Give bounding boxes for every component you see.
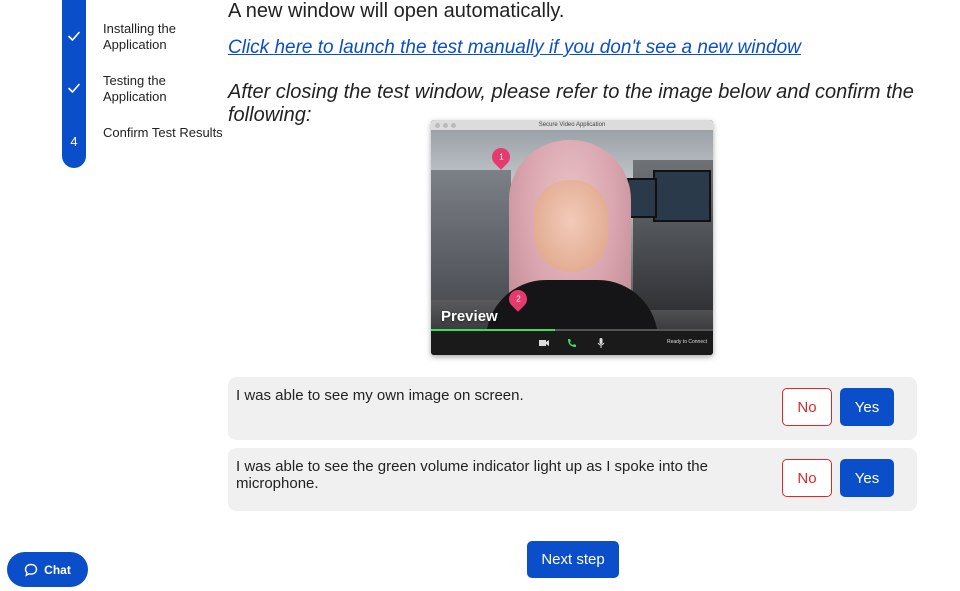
microphone-icon bbox=[597, 338, 605, 348]
chat-button[interactable]: Chat bbox=[7, 552, 88, 587]
check-icon bbox=[62, 76, 86, 100]
video-controls: Ready to Connect bbox=[431, 331, 713, 355]
step-label-testing: Testing the Application bbox=[103, 73, 167, 104]
video-titlebar: Secure Video Application bbox=[431, 120, 713, 130]
background-monitor bbox=[653, 170, 711, 222]
launch-test-link[interactable]: Click here to launch the test manually i… bbox=[228, 37, 801, 59]
next-step-button[interactable]: Next step bbox=[527, 541, 619, 578]
window-dot bbox=[451, 123, 456, 128]
video-feed: 1 2 Preview bbox=[431, 130, 713, 331]
confirmation-card: I was able to see the green volume indic… bbox=[228, 448, 917, 511]
yes-button[interactable]: Yes bbox=[840, 459, 894, 497]
video-app-screenshot: Secure Video Application 1 2 Preview Rea… bbox=[431, 120, 713, 355]
person-face bbox=[534, 180, 608, 272]
chat-bubble-icon bbox=[24, 563, 38, 577]
confirmation-card: I was able to see my own image on screen… bbox=[228, 377, 917, 440]
confirmation-text: I was able to see the green volume indic… bbox=[236, 458, 708, 492]
check-icon bbox=[62, 24, 86, 48]
preview-label: Preview bbox=[441, 308, 498, 325]
video-camera-icon bbox=[539, 340, 549, 346]
intro-text: A new window will open automatically. bbox=[228, 0, 565, 22]
connection-status: Ready to Connect bbox=[666, 339, 707, 345]
video-window-title: Secure Video Application bbox=[538, 122, 606, 128]
phone-icon bbox=[568, 339, 576, 347]
no-button[interactable]: No bbox=[782, 459, 832, 497]
annotation-pin-1: 1 bbox=[488, 144, 514, 170]
yes-button[interactable]: Yes bbox=[840, 388, 894, 426]
step-number-marker: 4 bbox=[70, 133, 78, 149]
no-button[interactable]: No bbox=[782, 388, 832, 426]
confirmation-text: I was able to see my own image on screen… bbox=[236, 387, 524, 404]
window-dot bbox=[435, 123, 440, 128]
background-monitor bbox=[627, 178, 657, 218]
window-dot bbox=[443, 123, 448, 128]
background-office bbox=[431, 170, 511, 300]
step-label-confirm: Confirm Test Results bbox=[103, 125, 223, 140]
chat-button-label: Chat bbox=[44, 562, 71, 577]
step-label-installing: Installing the Application bbox=[103, 21, 176, 52]
